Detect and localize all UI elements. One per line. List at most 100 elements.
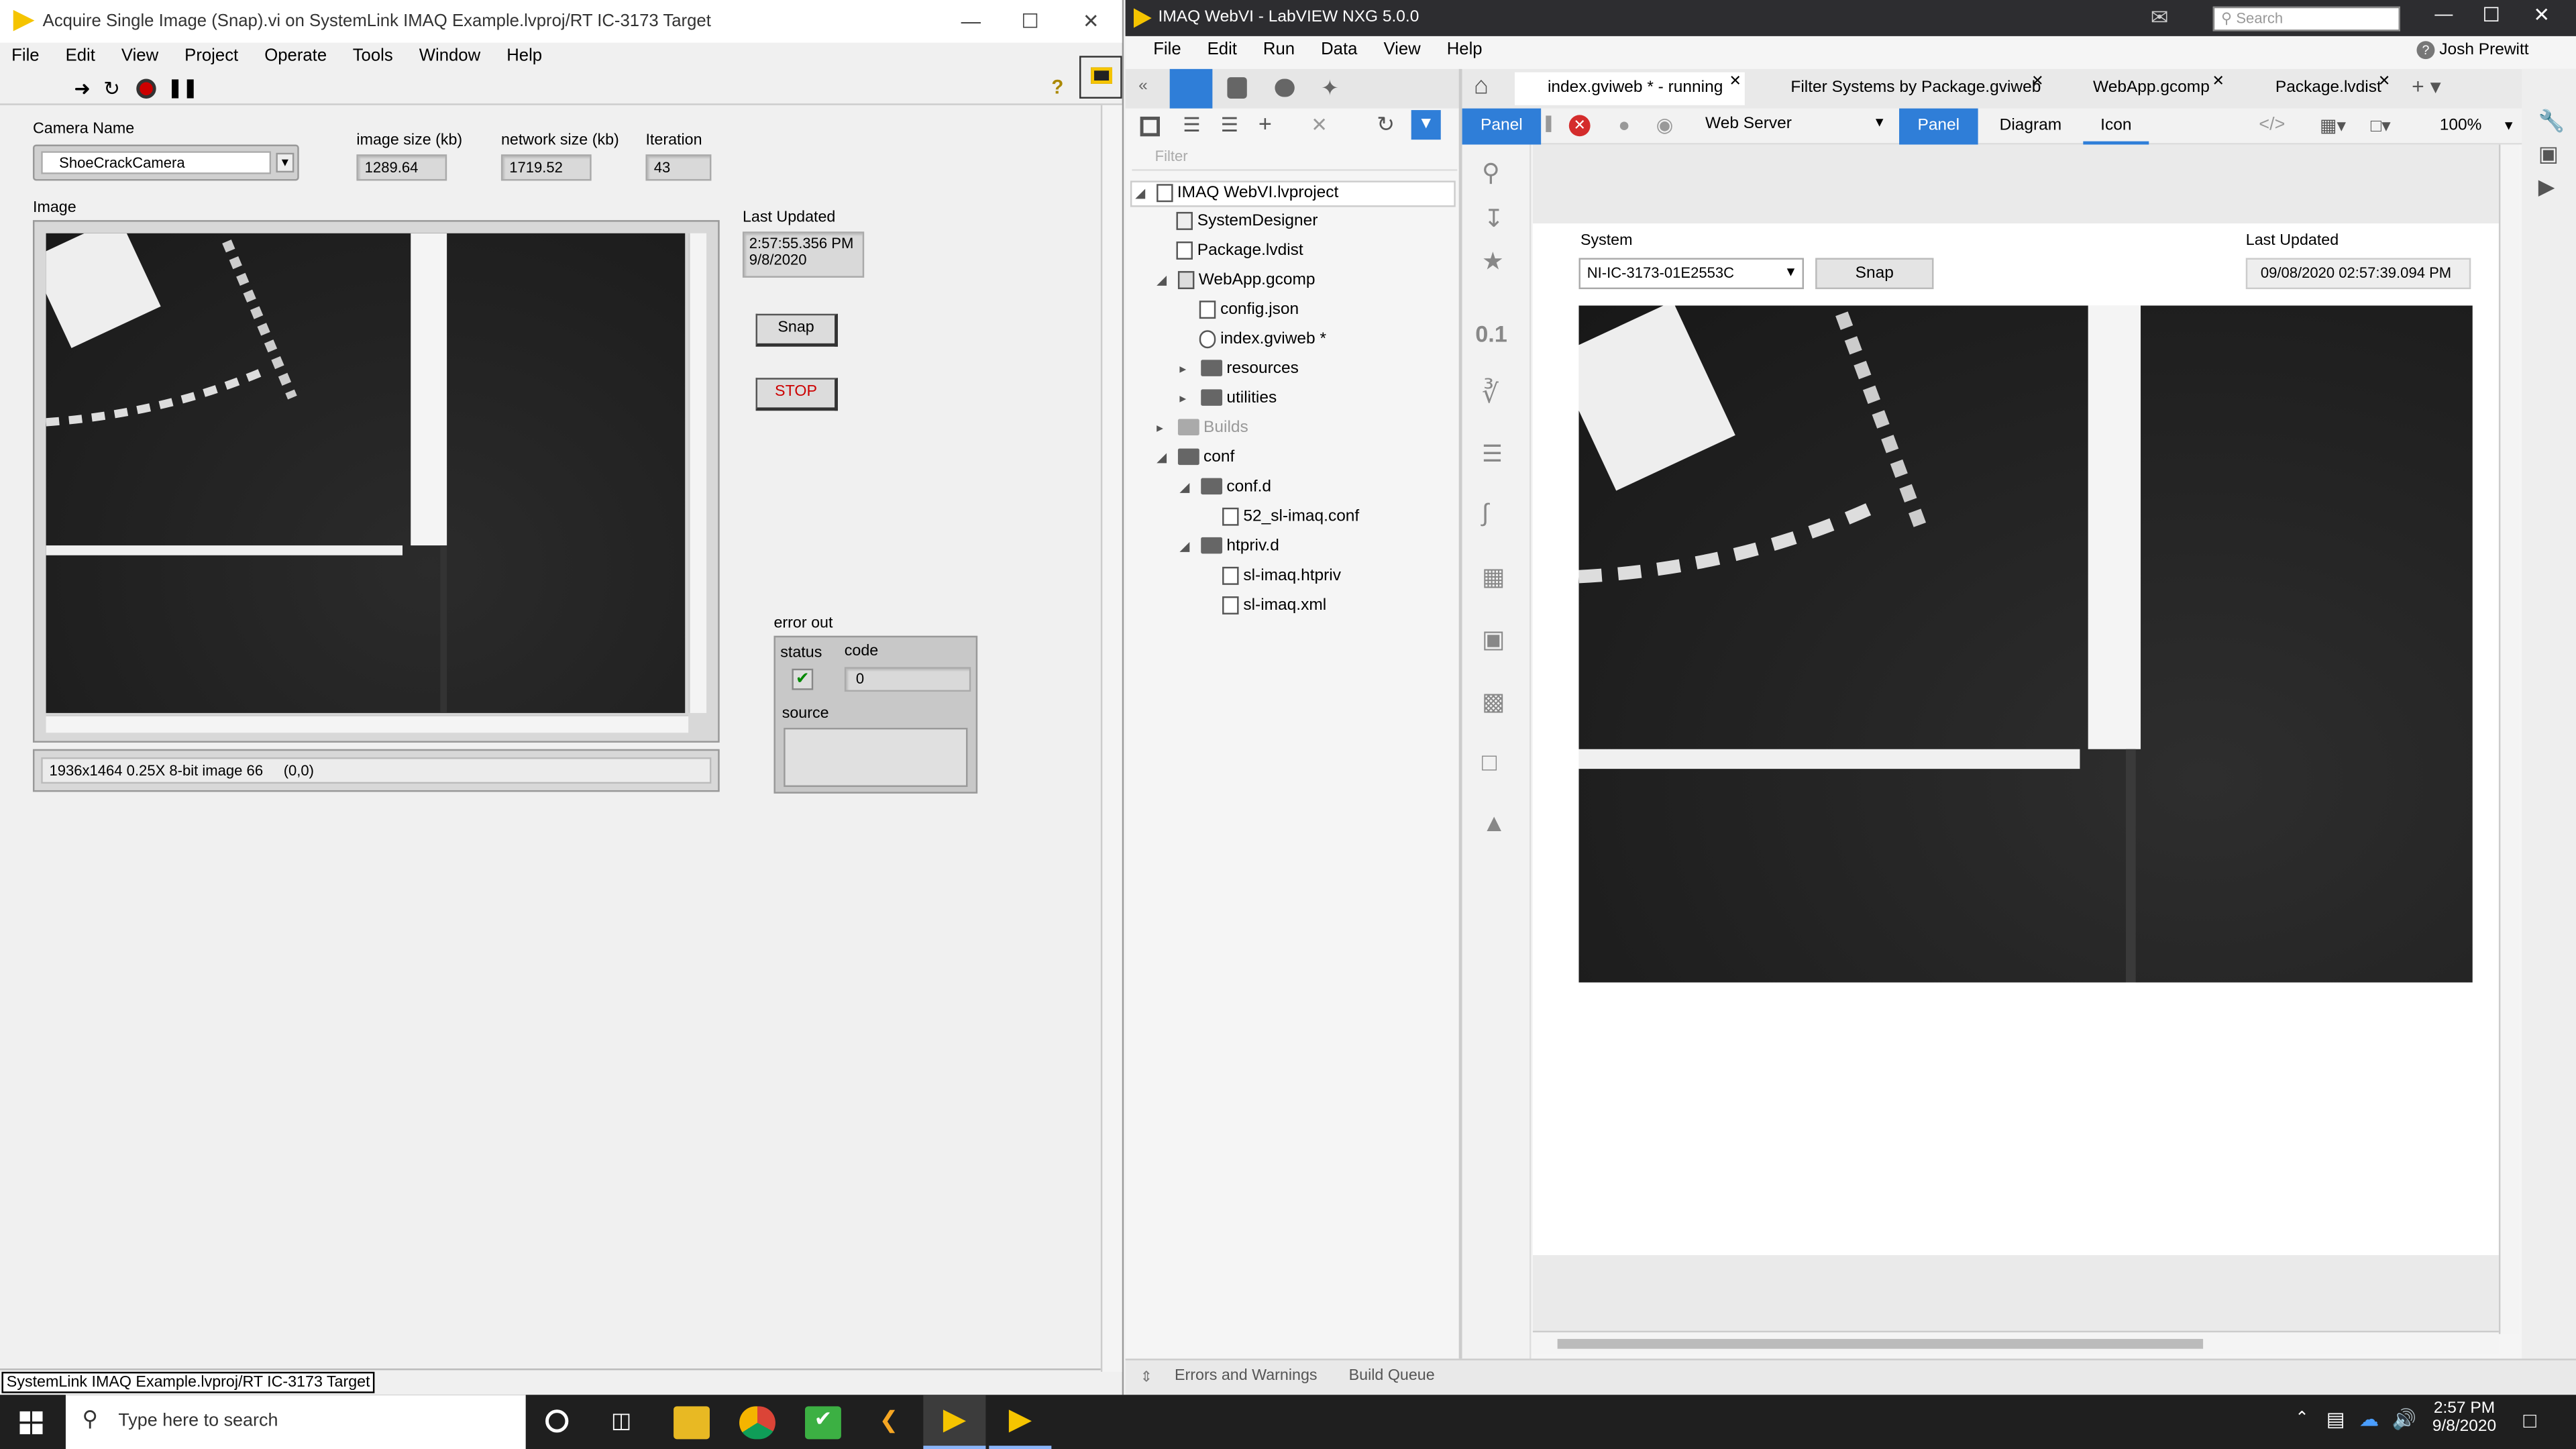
palette-list-icon[interactable]: ▣ <box>1482 625 1505 654</box>
scrollbar-thumb[interactable] <box>1557 1338 2204 1349</box>
close-icon[interactable]: ✕ <box>1075 8 1108 34</box>
tab-close-icon[interactable]: ✕ <box>2031 64 2043 97</box>
wrench-icon[interactable]: 🔧 <box>2538 109 2565 135</box>
zoom-select[interactable]: 100% ▼ <box>2440 117 2516 135</box>
chevron-down-icon[interactable]: ▼ <box>276 152 294 173</box>
list-indent-icon[interactable]: ☰ <box>1221 113 1238 136</box>
menu-file[interactable]: File <box>11 46 39 66</box>
menu-edit[interactable]: Edit <box>66 46 95 66</box>
filter-input[interactable]: Filter <box>1132 148 1458 171</box>
view-tab-icon[interactable]: Icon <box>2083 109 2149 145</box>
palette-graph-icon[interactable]: ∫ <box>1482 499 1489 527</box>
tree-item-builds[interactable]: ▸ Builds <box>1157 419 1248 437</box>
search-box[interactable]: ⚲ Search <box>2212 6 2400 32</box>
cortana-icon[interactable] <box>545 1409 569 1433</box>
nxg-menu-view[interactable]: View <box>1383 40 1420 59</box>
canvas-vertical-scrollbar[interactable] <box>2498 144 2519 1334</box>
canvas-horizontal-scrollbar[interactable] <box>1532 1330 2499 1354</box>
nxg-minimize-icon[interactable]: — <box>2434 5 2453 24</box>
tab-close-icon[interactable]: ✕ <box>1729 64 1741 97</box>
maximize-icon[interactable]: ☐ <box>1014 8 1046 34</box>
menu-operate[interactable]: Operate <box>264 46 327 66</box>
tab-panel[interactable]: Panel <box>1462 108 1542 145</box>
nxg-menu-help[interactable]: Help <box>1447 40 1483 59</box>
labview-taskbar-icon[interactable]: ❮ <box>871 1406 907 1439</box>
tree-item-conf[interactable]: ◢ conf <box>1157 449 1234 467</box>
task-view-icon[interactable]: ◫ <box>611 1408 631 1434</box>
list-icon[interactable]: ☰ <box>1183 113 1200 136</box>
menu-project[interactable]: Project <box>184 46 238 66</box>
palette-string-icon[interactable]: ☰ <box>1482 440 1503 468</box>
expand-panel-icon[interactable]: ⇕ <box>1140 1368 1152 1387</box>
code-view-icon[interactable]: </> <box>2259 115 2285 134</box>
run-icon[interactable]: ➜ <box>74 77 91 100</box>
refresh-icon[interactable]: ↻ <box>1377 112 1395 138</box>
probe-icon[interactable]: ◉ <box>1656 113 1674 136</box>
stop-button[interactable]: STOP <box>755 378 838 411</box>
tree-item-resources[interactable]: ▸ resources <box>1179 360 1298 378</box>
feedback-icon[interactable]: ✉ <box>2151 5 2169 31</box>
palette-table-icon[interactable]: ▦ <box>1482 562 1505 592</box>
tree-item-conf-d[interactable]: ◢ conf.d <box>1179 478 1271 496</box>
snap-button[interactable]: Snap <box>755 313 838 347</box>
run-continuously-icon[interactable]: ↻ <box>103 77 120 100</box>
files-tab-icon[interactable] <box>1169 68 1213 109</box>
palette-boolean-icon[interactable]: ∛ <box>1482 378 1499 411</box>
tree-item-index[interactable]: index.gviweb * <box>1199 330 1326 349</box>
nxg-menu-run[interactable]: Run <box>1263 40 1295 59</box>
hardware-tab-icon[interactable] <box>1227 77 1247 99</box>
tree-item-config[interactable]: config.json <box>1199 301 1299 319</box>
help-panel-icon[interactable]: ▶ <box>2538 174 2555 201</box>
labview-nxg-taskbar-icon[interactable] <box>923 1395 986 1449</box>
palette-numeric-icon[interactable]: 0.1 <box>1475 321 1507 347</box>
chrome-icon[interactable] <box>739 1406 775 1440</box>
image-vertical-scrollbar[interactable] <box>688 233 707 713</box>
tree-item-htpriv[interactable]: sl-imaq.htpriv <box>1222 566 1341 585</box>
camera-name-selector[interactable]: ShoeCrackCamera ▼ <box>32 144 299 181</box>
pause-icon[interactable]: ❚❚ <box>168 77 198 99</box>
tree-item-package[interactable]: Package.lvdist <box>1176 241 1303 260</box>
palette-search-icon[interactable]: ⚲ <box>1482 158 1500 188</box>
arrange-icon[interactable]: ▦▾ <box>2320 115 2346 136</box>
filter-icon[interactable]: ▼ <box>1411 110 1441 140</box>
resize-icon[interactable]: □▾ <box>2371 115 2391 136</box>
tray-chevron-icon[interactable]: ⌃ <box>2295 1409 2309 1428</box>
file-explorer-icon[interactable] <box>674 1406 710 1440</box>
collapse-pane-icon[interactable]: « <box>1138 77 1148 95</box>
build-queue-tab[interactable]: Build Queue <box>1349 1367 1435 1385</box>
nxg-menu-data[interactable]: Data <box>1321 40 1357 59</box>
tree-item-project[interactable]: ◢ IMAQ WebVI.lvproject <box>1130 180 1456 207</box>
palette-layout-icon[interactable]: □ <box>1482 749 1497 777</box>
view-tab-panel[interactable]: Panel <box>1899 108 1978 145</box>
tree-item-utilities[interactable]: ▸ utilities <box>1179 389 1277 407</box>
tree-item-sl-imaq-conf[interactable]: 52_sl-imaq.conf <box>1222 507 1359 526</box>
user-menu[interactable]: ? Josh Prewitt <box>2416 41 2529 60</box>
systems-tab-icon[interactable] <box>1275 78 1295 97</box>
windows-start-icon[interactable] <box>19 1411 43 1434</box>
palette-shapes-icon[interactable]: ▲ <box>1482 810 1506 838</box>
webvi-snap-button[interactable]: Snap <box>1815 258 1934 290</box>
labview-vi-taskbar-icon[interactable] <box>989 1395 1052 1449</box>
target-select[interactable]: Web Server ▼ <box>1705 115 1886 133</box>
palette-download-icon[interactable]: ↧ <box>1483 204 1504 233</box>
highlight-icon[interactable]: ● <box>1618 113 1630 136</box>
camera-image[interactable] <box>46 233 686 713</box>
network-icon[interactable]: ▤ <box>2326 1408 2345 1431</box>
tools-tab-icon[interactable]: ✦ <box>1321 76 1339 102</box>
taskbar-search-box[interactable]: ⚲ Type here to search <box>65 1395 526 1449</box>
palette-favorites-icon[interactable]: ★ <box>1482 246 1504 276</box>
nxg-menu-edit[interactable]: Edit <box>1208 40 1237 59</box>
document-icon[interactable]: ▣ <box>2538 142 2559 168</box>
nxg-close-icon[interactable]: ✕ <box>2533 3 2550 26</box>
volume-icon[interactable]: 🔊 <box>2392 1408 2417 1431</box>
save-icon[interactable] <box>1140 116 1160 137</box>
abort-icon[interactable]: ✕ <box>1568 115 1591 137</box>
view-tab-diagram[interactable]: Diagram <box>1984 109 2076 145</box>
add-icon[interactable]: + <box>1258 110 1272 136</box>
tab-filter-systems[interactable]: Filter Systems by Package.gviweb ✕ <box>1758 72 2047 105</box>
help-icon[interactable]: ? <box>1051 76 1063 99</box>
menu-view[interactable]: View <box>121 46 158 66</box>
menu-tools[interactable]: Tools <box>353 46 393 66</box>
clock[interactable]: 2:57 PM 9/8/2020 <box>2428 1400 2501 1436</box>
abort-icon[interactable] <box>136 78 156 99</box>
